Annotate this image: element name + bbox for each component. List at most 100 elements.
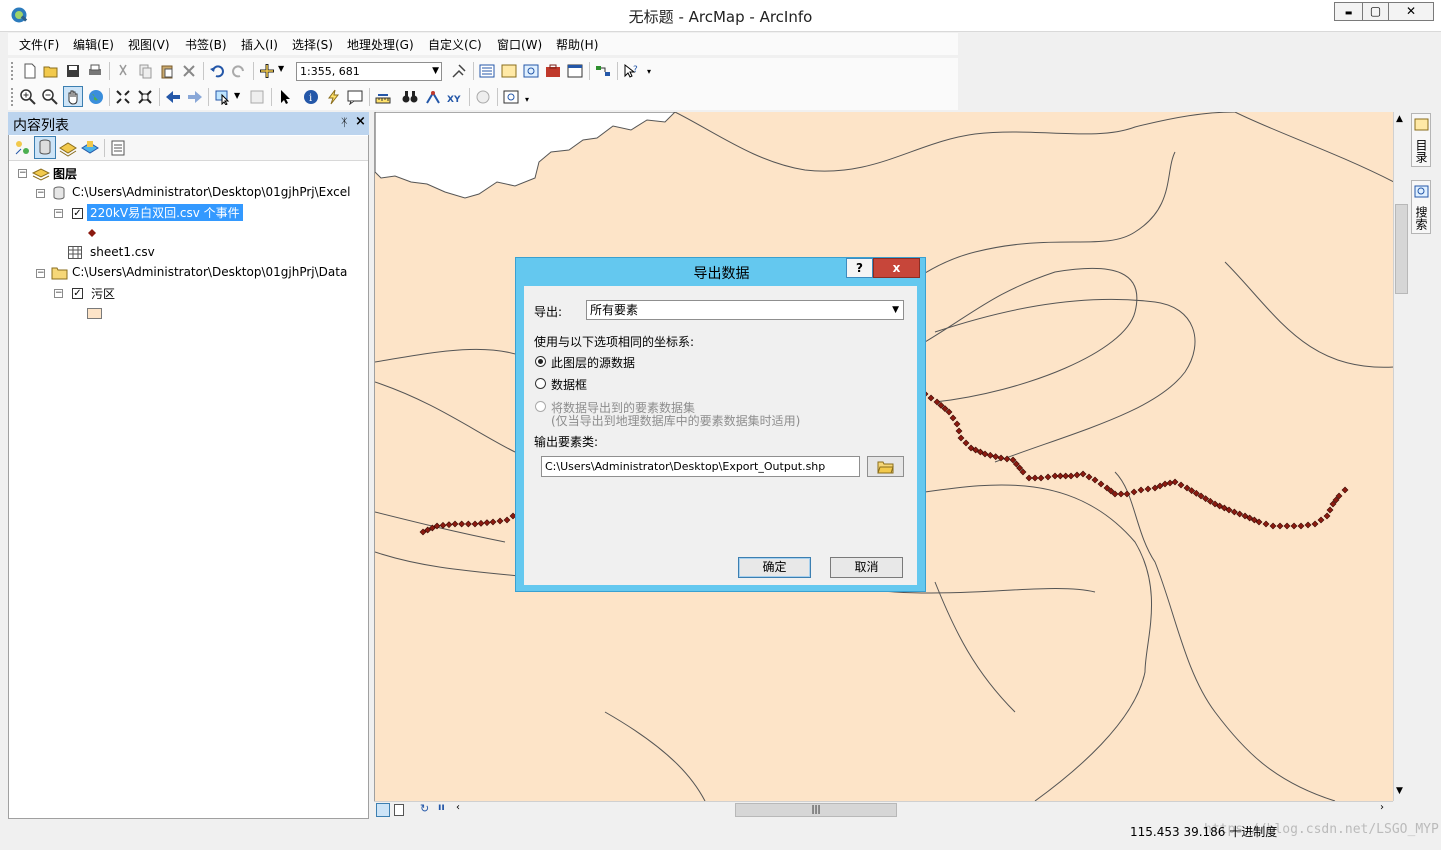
add-data-icon[interactable]: [259, 63, 275, 79]
event-point[interactable]: [927, 394, 935, 402]
event-point[interactable]: [1130, 488, 1138, 496]
data-view-button[interactable]: [376, 803, 390, 817]
event-point[interactable]: [1177, 481, 1185, 489]
delete-icon[interactable]: [181, 63, 197, 79]
collapse-icon[interactable]: −: [18, 169, 27, 178]
event-point[interactable]: [1171, 478, 1179, 486]
redo-icon[interactable]: [231, 63, 247, 79]
collapse-icon[interactable]: −: [36, 189, 45, 198]
maximize-button[interactable]: ▢: [1362, 2, 1389, 21]
layer-visibility-checkbox[interactable]: ✓: [72, 288, 83, 299]
event-point[interactable]: [1091, 476, 1099, 484]
toc-close-icon[interactable]: ×: [355, 114, 366, 129]
browse-button[interactable]: [867, 456, 904, 477]
export-select[interactable]: 所有要素 ▼: [586, 300, 904, 320]
event-point[interactable]: [1031, 474, 1039, 482]
event-point[interactable]: [1262, 520, 1270, 528]
refresh-icon[interactable]: ↻: [420, 802, 429, 815]
catalog-window-icon[interactable]: [501, 63, 517, 79]
menu-help[interactable]: 帮助(H): [556, 36, 598, 53]
model-builder-icon[interactable]: [595, 63, 611, 79]
event-point[interactable]: [955, 427, 963, 435]
list-by-selection-icon[interactable]: [81, 139, 99, 157]
toolbar-options-icon[interactable]: ▾: [525, 95, 529, 104]
event-point[interactable]: [1317, 516, 1325, 524]
clear-selection-icon[interactable]: [249, 89, 265, 105]
event-point[interactable]: [1283, 522, 1291, 530]
menu-selection[interactable]: 选择(S): [292, 36, 333, 53]
pause-drawing-icon[interactable]: ıı: [438, 802, 445, 813]
radio-data-frame[interactable]: 数据框: [534, 376, 634, 392]
fixed-zoom-out-icon[interactable]: [137, 89, 153, 105]
layer-visibility-checkbox[interactable]: ✓: [72, 208, 83, 219]
go-forward-icon[interactable]: [187, 89, 203, 105]
event-point[interactable]: [1085, 473, 1093, 481]
map-scale-combo[interactable]: 1:355, 681 ▼: [296, 62, 442, 81]
identify-icon[interactable]: i: [303, 89, 319, 105]
copy-icon[interactable]: [137, 63, 153, 79]
menu-edit[interactable]: 编辑(E): [73, 36, 114, 53]
arctoolbox-icon[interactable]: [545, 63, 561, 79]
menu-view[interactable]: 视图(V): [128, 36, 170, 53]
pan-tool-button[interactable]: [63, 86, 83, 107]
goto-xy-icon[interactable]: XY: [447, 89, 463, 105]
dialog-close-button[interactable]: x: [873, 258, 920, 278]
create-viewer-window-icon[interactable]: [503, 89, 519, 105]
new-document-icon[interactable]: [22, 63, 38, 79]
radio-button-selected[interactable]: [535, 356, 546, 367]
event-point[interactable]: [949, 414, 957, 422]
event-point[interactable]: [1326, 506, 1334, 514]
html-popup-icon[interactable]: [347, 89, 363, 105]
toc-layer-label[interactable]: 污区: [91, 285, 115, 302]
paste-icon[interactable]: [159, 63, 175, 79]
event-point[interactable]: [477, 519, 485, 527]
event-point[interactable]: [957, 434, 965, 442]
dialog-help-button[interactable]: ?: [846, 258, 873, 278]
table-of-contents-icon[interactable]: [479, 63, 495, 79]
event-point[interactable]: [1341, 486, 1349, 494]
time-slider-icon[interactable]: [475, 89, 491, 105]
map-vertical-scrollbar[interactable]: ▲ ▼: [1393, 112, 1409, 801]
event-point[interactable]: [489, 518, 497, 526]
go-back-icon[interactable]: [165, 89, 181, 105]
undo-icon[interactable]: [209, 63, 225, 79]
layout-view-button[interactable]: [394, 804, 404, 816]
menu-customize[interactable]: 自定义(C): [428, 36, 482, 53]
zoom-out-icon[interactable]: [42, 89, 58, 105]
toolbar-grip[interactable]: [11, 62, 16, 80]
event-point[interactable]: [496, 517, 504, 525]
pin-icon[interactable]: ᛡ: [341, 116, 348, 129]
collapse-icon[interactable]: −: [36, 269, 45, 278]
save-icon[interactable]: [65, 63, 81, 79]
event-point[interactable]: [1025, 474, 1033, 482]
event-point[interactable]: [439, 521, 447, 529]
event-point[interactable]: [1166, 479, 1174, 487]
point-symbol-icon[interactable]: [88, 229, 96, 237]
scroll-right-icon[interactable]: ›: [1380, 802, 1384, 813]
fixed-zoom-in-icon[interactable]: [115, 89, 131, 105]
find-binoculars-icon[interactable]: [402, 89, 418, 105]
whats-this-help-icon[interactable]: ?: [623, 63, 639, 79]
event-point[interactable]: [503, 516, 511, 524]
collapse-icon[interactable]: −: [54, 289, 63, 298]
event-point[interactable]: [471, 520, 479, 528]
search-window-icon[interactable]: [523, 63, 539, 79]
hyperlink-icon[interactable]: [325, 89, 341, 105]
menu-windows[interactable]: 窗口(W): [497, 36, 542, 53]
event-point[interactable]: [1144, 485, 1152, 493]
menu-file[interactable]: 文件(F): [19, 36, 59, 53]
event-point[interactable]: [1137, 486, 1145, 494]
event-point[interactable]: [986, 451, 994, 459]
options-list-icon[interactable]: [109, 139, 127, 157]
toc-layer-label[interactable]: 220kV易白双回.csv 个事件: [87, 204, 243, 221]
editor-toolbar-icon[interactable]: [451, 63, 467, 79]
event-point[interactable]: [1073, 471, 1081, 479]
list-by-source-button[interactable]: [34, 136, 56, 159]
event-point[interactable]: [1044, 473, 1052, 481]
event-point[interactable]: [1304, 521, 1312, 529]
event-point[interactable]: [1097, 480, 1105, 488]
output-path-field[interactable]: C:\Users\Administrator\Desktop\Export_Ou…: [541, 456, 860, 477]
ok-button[interactable]: 确定: [738, 557, 811, 578]
event-point[interactable]: [483, 519, 491, 527]
scroll-up-icon[interactable]: ▲: [1396, 114, 1403, 124]
